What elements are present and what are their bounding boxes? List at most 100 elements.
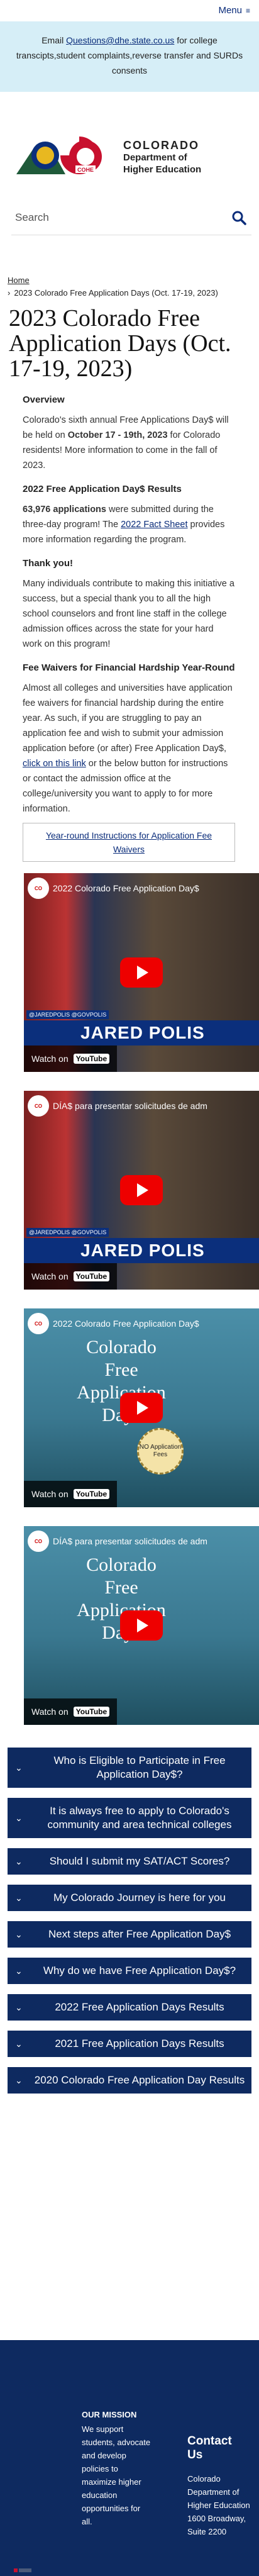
accordion-item-sat-act[interactable]: ⌄ Should I submit my SAT/ACT Scores?: [8, 1848, 251, 1875]
watch-label: Watch on: [31, 1054, 69, 1064]
logo-line-1: COLORADO: [123, 138, 199, 152]
chevron-down-icon: ⌄: [15, 2002, 23, 2012]
search-input[interactable]: [11, 206, 226, 229]
top-bar: Menu ≡: [0, 0, 259, 21]
breadcrumb: Home › 2023 Colorado Free Application Da…: [0, 274, 259, 299]
banner-email-link[interactable]: Questions@dhe.state.co.us: [66, 35, 174, 45]
accordion-label: Should I submit my SAT/ACT Scores?: [49, 1855, 230, 1867]
results-heading: 2022 Free Application Day$ Results: [23, 484, 182, 494]
accordion-item-2022-results[interactable]: ⌄ 2022 Free Application Days Results: [8, 1994, 251, 2021]
accordion-item-my-colorado-journey[interactable]: ⌄ My Colorado Journey is here for you: [8, 1885, 251, 1911]
fact-sheet-link[interactable]: 2022 Fact Sheet: [121, 520, 187, 530]
chevron-down-icon: ⌄: [15, 1892, 23, 1903]
video-title-bar: CO 2022 Colorado Free Application Day$: [24, 1308, 259, 1339]
accordion-item-next-steps[interactable]: ⌄ Next steps after Free Application Day$: [8, 1921, 251, 1948]
play-button-icon[interactable]: [120, 957, 163, 988]
channel-avatar-icon: CO: [28, 1313, 49, 1334]
accordion-label: My Colorado Journey is here for you: [53, 1892, 226, 1904]
banner-prefix: Email: [41, 35, 67, 45]
channel-avatar-icon: CO: [28, 878, 49, 899]
accordion-item-2021-results[interactable]: ⌄ 2021 Free Application Days Results: [8, 2031, 251, 2057]
youtube-logo-icon: YouTube: [73, 1489, 110, 1499]
site-footer: OUR MISSION We support students, advocat…: [0, 2340, 259, 2576]
chevron-down-icon: ⌄: [15, 1762, 23, 1773]
footer-mission: OUR MISSION We support students, advocat…: [82, 2408, 151, 2528]
footer-logo-icon[interactable]: [14, 2568, 33, 2574]
waivers-text-1: Almost all colleges and universities hav…: [23, 683, 233, 754]
menu-toggle[interactable]: Menu ≡: [218, 5, 250, 16]
play-button-icon[interactable]: [120, 1393, 163, 1423]
menu-icon: ≡: [245, 6, 250, 15]
breadcrumb-current: 2023 Colorado Free Application Days (Oct…: [14, 288, 218, 298]
accordion-label: Why do we have Free Application Day$?: [43, 1965, 236, 1977]
main-content: Overview Colorado's sixth annual Free Ap…: [0, 381, 259, 862]
email-banner: Email Questions@dhe.state.co.us for coll…: [0, 21, 259, 92]
chevron-down-icon: ⌄: [15, 2075, 23, 2085]
breadcrumb-separator: ›: [8, 288, 11, 298]
video-lower-third: JARED POLIS: [24, 1020, 259, 1045]
waivers-paragraph: Almost all colleges and universities hav…: [23, 681, 235, 817]
accordion-item-eligibility[interactable]: ⌄ Who is Eligible to Participate in Free …: [8, 1748, 251, 1788]
channel-avatar-icon: CO: [28, 1095, 49, 1117]
accordion-item-community-colleges[interactable]: ⌄ It is always free to apply to Colorado'…: [8, 1798, 251, 1838]
watch-on-youtube[interactable]: Watch on YouTube: [24, 1045, 118, 1072]
video-embed-2[interactable]: CO DÍA$ para presentar solicitudes de ad…: [24, 1091, 259, 1290]
breadcrumb-home-link[interactable]: Home: [8, 276, 30, 285]
watch-label: Watch on: [31, 1271, 69, 1281]
youtube-logo-icon: YouTube: [73, 1054, 110, 1064]
video-title-bar: CO DÍA$ para presentar solicitudes de ad…: [24, 1526, 259, 1556]
video-handle: @JAREDPOLIS @GOVPOLIS: [26, 1228, 109, 1237]
watch-label: Watch on: [31, 1707, 69, 1717]
watch-on-youtube[interactable]: Watch on YouTube: [24, 1263, 118, 1290]
contact-address: Colorado Department of Higher Education …: [187, 2474, 250, 2536]
fee-waiver-link[interactable]: click on this link: [23, 759, 86, 769]
overview-paragraph: Colorado's sixth annual Free Application…: [23, 413, 235, 473]
colorado-logo-icon: COHE: [15, 135, 116, 179]
faq-accordion: ⌄ Who is Eligible to Participate in Free …: [8, 1748, 251, 2094]
video-title: DÍA$ para presentar solicitudes de adm: [53, 1536, 207, 1546]
play-button-icon[interactable]: [120, 1610, 163, 1641]
chevron-down-icon: ⌄: [15, 2038, 23, 2049]
chevron-down-icon: ⌄: [15, 1856, 23, 1866]
youtube-logo-icon: YouTube: [73, 1271, 110, 1281]
overview-heading: Overview: [23, 394, 65, 405]
search-icon: [232, 211, 246, 225]
watch-on-youtube[interactable]: Watch on YouTube: [24, 1481, 118, 1507]
lower-third-name: JARED POLIS: [80, 1241, 205, 1260]
search-bar: [11, 200, 251, 235]
play-button-icon[interactable]: [120, 1175, 163, 1205]
no-fees-badge: NO Application Fees: [137, 1428, 184, 1475]
site-logo[interactable]: COHE COLORADO Department of Higher Educa…: [0, 92, 259, 187]
fee-waiver-instructions-button[interactable]: Year-round Instructions for Application …: [23, 823, 235, 862]
video-embed-4[interactable]: CO DÍA$ para presentar solicitudes de ad…: [24, 1526, 259, 1725]
thanks-heading: Thank you!: [23, 558, 74, 569]
accordion-item-2020-results[interactable]: ⌄ 2020 Colorado Free Application Day Resu…: [8, 2067, 251, 2094]
lower-third-name: JARED POLIS: [80, 1023, 205, 1042]
search-button[interactable]: [226, 205, 251, 230]
logo-wordmark: COLORADO Department of Higher Education: [123, 138, 202, 176]
video-handle: @JAREDPOLIS @GOVPOLIS: [26, 1010, 109, 1019]
video-title-bar: CO 2022 Colorado Free Application Day$: [24, 873, 259, 903]
logo-line-3: Higher Education: [123, 164, 202, 175]
video-title-bar: CO DÍA$ para presentar solicitudes de ad…: [24, 1091, 259, 1121]
logo-line-2: Department of: [123, 152, 187, 163]
menu-label: Menu: [218, 5, 242, 16]
video-title: DÍA$ para presentar solicitudes de adm: [53, 1101, 207, 1111]
accordion-label: 2021 Free Application Days Results: [55, 2038, 224, 2049]
thanks-paragraph: Many individuals contribute to making th…: [23, 579, 234, 649]
video-embed-1[interactable]: CO 2022 Colorado Free Application Day$ @…: [24, 873, 259, 1072]
mission-heading: OUR MISSION: [82, 2410, 137, 2419]
contact-heading: Contact Us: [187, 2434, 232, 2462]
video-lower-third: JARED POLIS: [24, 1238, 259, 1263]
accordion-item-why[interactable]: ⌄ Why do we have Free Application Day$?: [8, 1958, 251, 1984]
video-title: 2022 Colorado Free Application Day$: [53, 1319, 199, 1329]
accordion-label: 2022 Free Application Days Results: [55, 2001, 224, 2013]
watch-on-youtube[interactable]: Watch on YouTube: [24, 1698, 118, 1725]
video-embed-3[interactable]: CO 2022 Colorado Free Application Day$ C…: [24, 1308, 259, 1507]
youtube-logo-icon: YouTube: [73, 1707, 110, 1717]
accordion-label: Who is Eligible to Participate in Free A…: [53, 1754, 226, 1780]
chevron-down-icon: ⌄: [15, 1965, 23, 1976]
accordion-label: Next steps after Free Application Day$: [48, 1928, 231, 1940]
results-count: 63,976 applications: [23, 505, 106, 515]
footer-contact: Contact Us Colorado Department of Higher…: [187, 2434, 250, 2538]
